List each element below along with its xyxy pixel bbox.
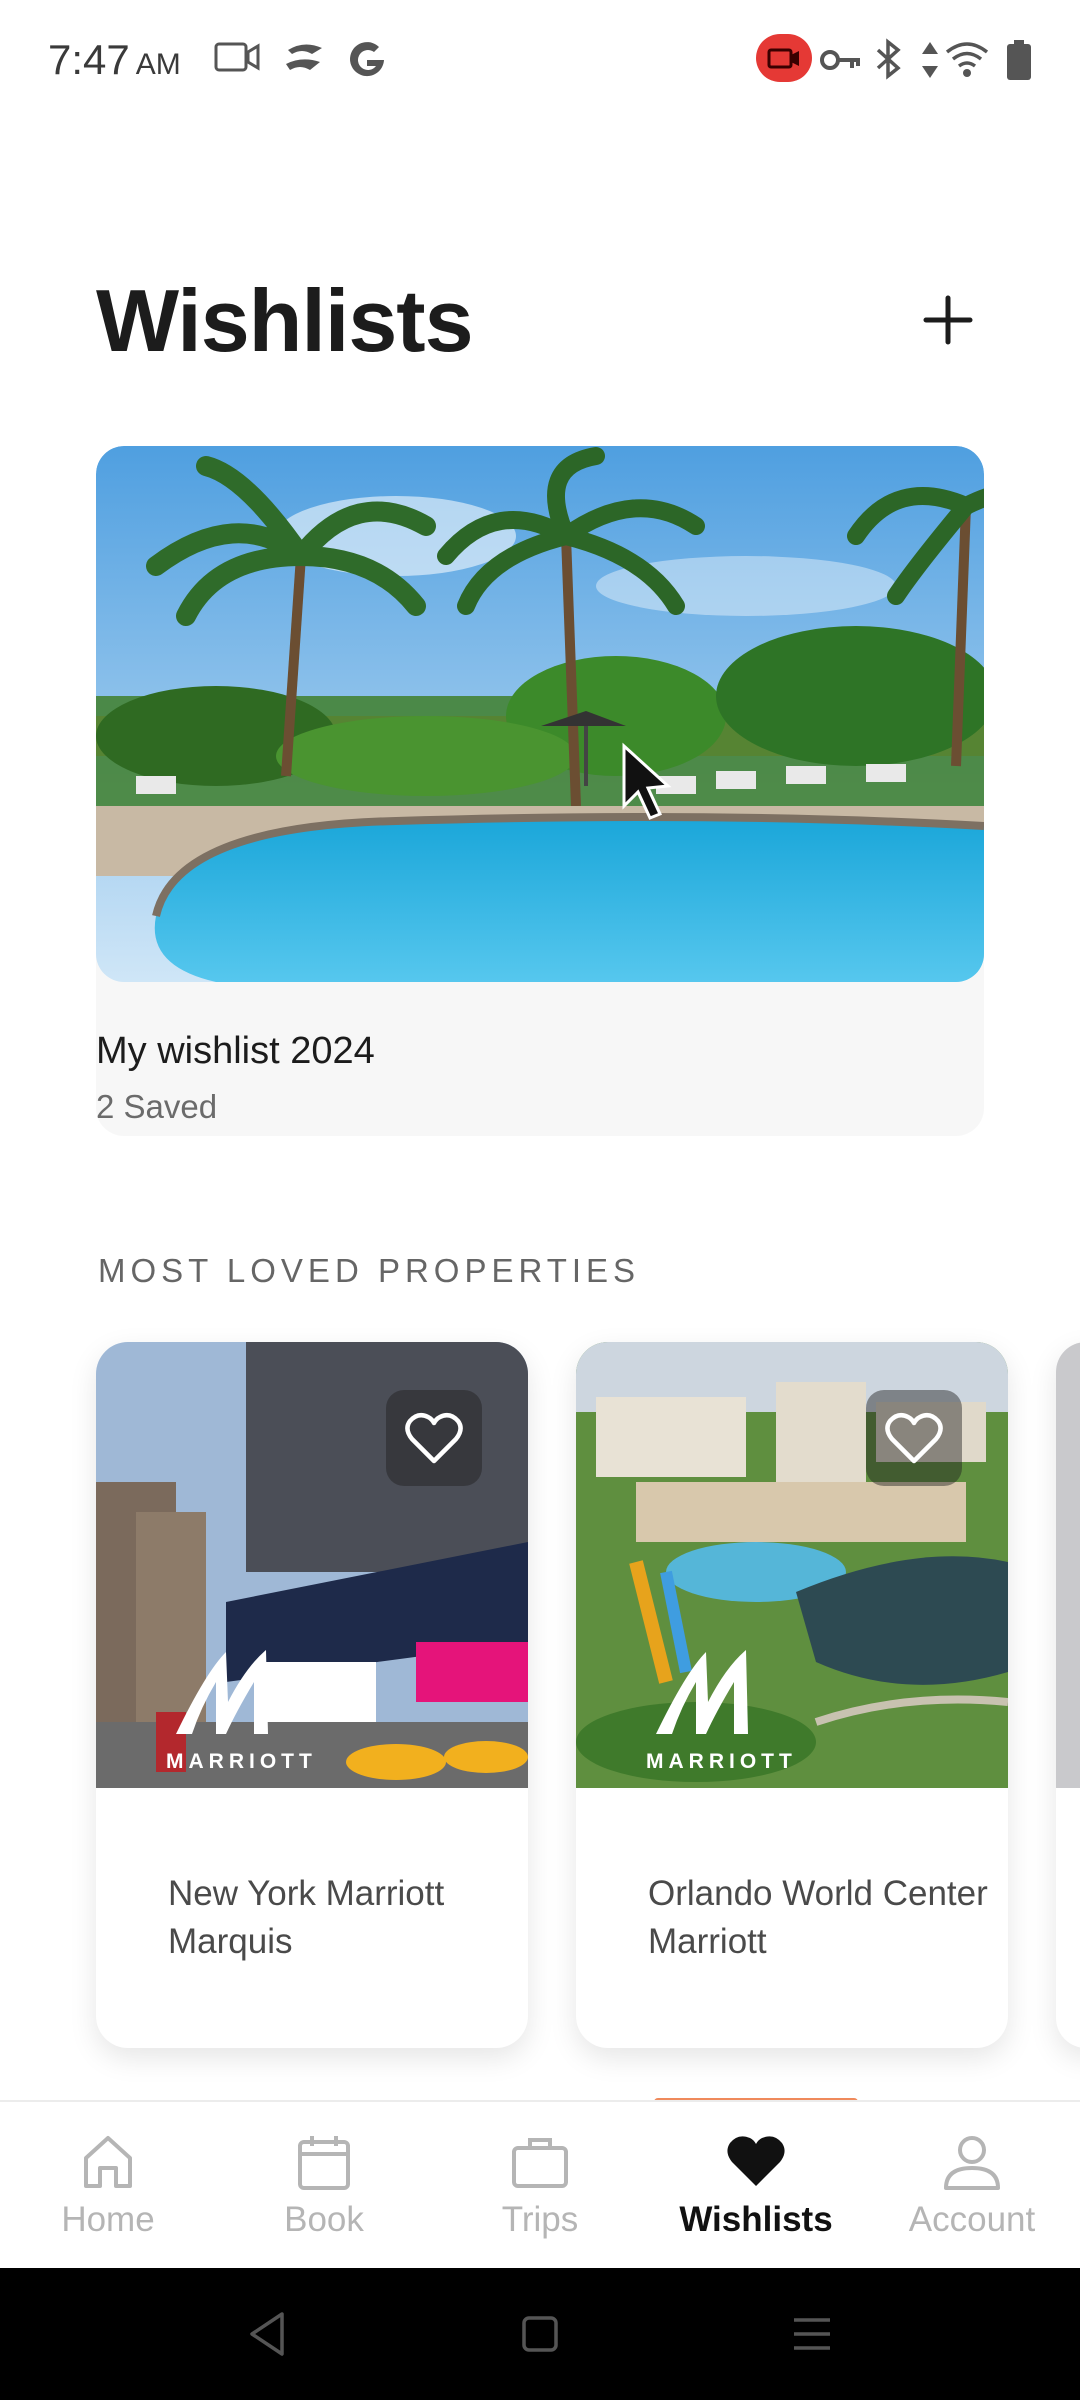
property-name: New York Marriott Marquis bbox=[168, 1874, 445, 1961]
property-image bbox=[1056, 1342, 1080, 1788]
briefcase-icon bbox=[512, 2138, 568, 2188]
person-icon bbox=[944, 2136, 1000, 2190]
nav-label: Trips bbox=[501, 2200, 579, 2239]
page-title: Wishlists bbox=[96, 271, 474, 370]
bluetooth-icon bbox=[876, 38, 901, 80]
plus-icon bbox=[923, 295, 973, 345]
section-title: MOST LOVED PROPERTIES bbox=[98, 1252, 641, 1289]
heart-icon bbox=[727, 2136, 785, 2186]
favorite-button[interactable] bbox=[386, 1390, 482, 1486]
wishlist-card[interactable]: My wishlist 2024 2 Saved bbox=[96, 446, 984, 1136]
recents-icon[interactable] bbox=[782, 2304, 842, 2364]
vpn-key-icon bbox=[820, 50, 860, 70]
recording-indicator bbox=[756, 34, 812, 82]
marriott-logo: MARRIOTT bbox=[646, 1642, 806, 1773]
property-card[interactable]: MARRIOTT New York Marriott Marquis bbox=[96, 1342, 528, 2048]
nav-label: Account bbox=[908, 2200, 1036, 2239]
property-card-peek[interactable] bbox=[1056, 1342, 1080, 2048]
nav-label: Home bbox=[61, 2200, 155, 2239]
battery-icon bbox=[1007, 40, 1031, 80]
data-arrows-icon bbox=[922, 42, 938, 78]
nav-item-account[interactable]: Account bbox=[864, 2102, 1080, 2270]
status-bar: 7:47 AM bbox=[0, 0, 1080, 120]
property-card[interactable]: MARRIOTT Orlando World Center Marriott bbox=[576, 1342, 1008, 2048]
nav-label: Book bbox=[284, 2200, 364, 2239]
nav-item-wishlists[interactable]: Wishlists bbox=[648, 2102, 864, 2270]
heart-outline-icon bbox=[885, 1412, 943, 1464]
system-navigation-bar bbox=[0, 2268, 1080, 2400]
marriott-logo: MARRIOTT bbox=[166, 1642, 326, 1773]
nav-item-trips[interactable]: Trips bbox=[432, 2102, 648, 2270]
screen-cast-icon bbox=[214, 42, 260, 72]
back-icon[interactable] bbox=[238, 2304, 298, 2364]
wishlist-cover-image bbox=[96, 446, 984, 982]
record-camera-icon bbox=[767, 48, 799, 69]
wishlist-name: My wishlist 2024 bbox=[96, 1030, 375, 1072]
nav-item-book[interactable]: Book bbox=[216, 2102, 432, 2270]
calendar-icon bbox=[298, 2136, 350, 2190]
home-square-icon[interactable] bbox=[510, 2304, 570, 2364]
nav-label: Wishlists bbox=[679, 2200, 833, 2239]
nav-item-home[interactable]: Home bbox=[0, 2102, 216, 2270]
home-icon bbox=[84, 2136, 132, 2188]
add-wishlist-button[interactable] bbox=[912, 284, 984, 356]
bottom-navigation: Home Book Trips Wishlists Account bbox=[0, 2100, 1080, 2268]
heart-outline-icon bbox=[405, 1412, 463, 1464]
google-icon bbox=[350, 42, 384, 77]
wishlist-saved-count: 2 Saved bbox=[96, 1088, 218, 1125]
favorite-button[interactable] bbox=[866, 1390, 962, 1486]
status-time: 7:47 AM bbox=[48, 36, 181, 83]
wifi-icon bbox=[945, 42, 989, 77]
property-name: Orlando World Center Marriott bbox=[648, 1874, 988, 1961]
app-notification-icon bbox=[286, 44, 322, 70]
